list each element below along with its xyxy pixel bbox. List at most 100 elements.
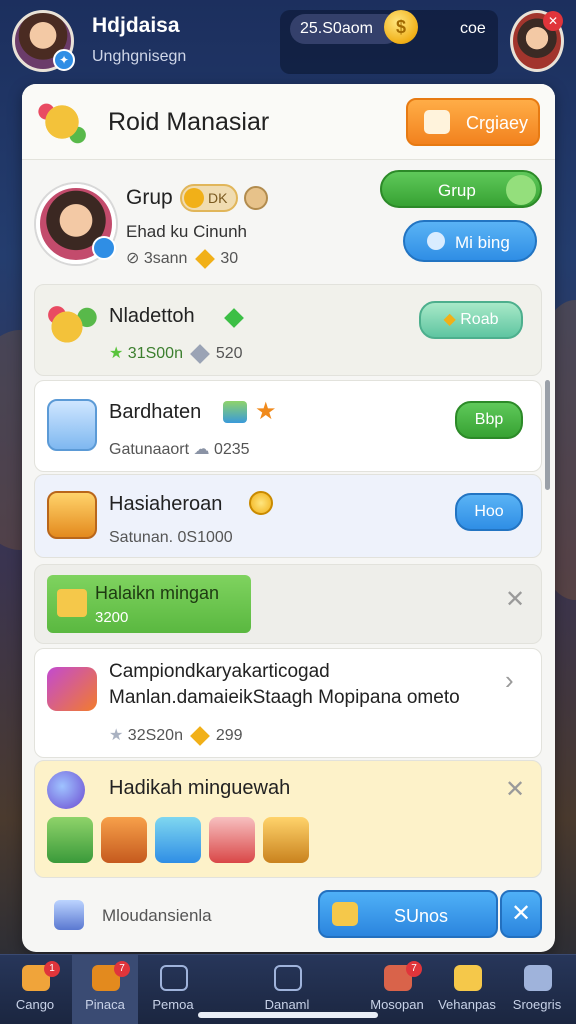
mi-bing-label: Mi bing <box>455 233 510 252</box>
box-icon <box>47 399 97 451</box>
candy-icon <box>47 303 97 351</box>
profile-stat-value: 3sann <box>143 250 188 267</box>
group-button[interactable]: Grup <box>380 170 542 208</box>
tab-sroegris[interactable]: Sroegris <box>504 955 570 1024</box>
reward-item[interactable] <box>47 817 93 863</box>
star-icon: ★ <box>109 345 124 362</box>
footer-label: Mloudansienla <box>102 906 212 925</box>
gem-icon <box>190 343 211 364</box>
friend-avatar[interactable]: ✕ <box>510 10 564 72</box>
list-item[interactable]: Hadikah minguewah ✕ <box>34 760 542 878</box>
star-icon: ★ <box>255 398 277 425</box>
tab-label: Danaml <box>264 997 310 1012</box>
close-icon[interactable]: ✕ <box>505 585 525 614</box>
top-right-text: coe <box>460 20 486 37</box>
header-action-button[interactable]: Crgiaey <box>406 98 540 146</box>
panel-title: Roid Manasiar <box>108 108 270 136</box>
top-bar: ✦ Hdjdaisa Unghgnisegn 25.S0aom $ coe ✕ <box>0 0 576 84</box>
house-icon <box>274 965 302 991</box>
treasure-chest-icon <box>47 491 97 539</box>
tab-label: Pemoa <box>152 997 194 1012</box>
card-action-label: Bbp <box>474 411 504 428</box>
card-title: Campiondkaryakarticogad <box>109 661 330 682</box>
list-item[interactable]: Halaikn mingan 3200 ✕ <box>34 564 542 644</box>
card-title: Hasiaheroan <box>109 493 223 515</box>
gem-icon: ◆ <box>443 311 456 328</box>
robot-icon <box>427 232 445 250</box>
card-title: Bardhaten <box>109 401 202 423</box>
card-stat-value: 3200 <box>95 609 129 626</box>
card-stats: ★ 31S00n 520 <box>109 343 243 364</box>
card-stat-label: Gatunaaort <box>109 441 190 458</box>
mi-bing-button[interactable]: Mi bing <box>403 220 537 262</box>
card-title: Hadikah minguewah <box>109 777 291 799</box>
profile-section: Grup DK Ehad ku Cinunh ⊘ 3sann 30 Grup M… <box>22 162 555 284</box>
player-avatar[interactable]: ✦ <box>12 10 75 72</box>
shield-icon: ✦ <box>53 49 75 71</box>
cloud-icon: ☁ <box>193 441 210 458</box>
list-item[interactable]: Bardhaten ★ Gatunaaort ☁ 0235 Bbp <box>34 380 542 472</box>
card-stat-count: 0235 <box>213 441 250 458</box>
coin-icon: $ <box>384 10 418 44</box>
card-stats: Gatunaaort ☁ 0235 <box>109 439 250 459</box>
footer-action-button[interactable]: SUnos <box>318 890 498 938</box>
candy-icon <box>36 96 88 148</box>
player-name: Hdjdaisa <box>92 14 180 37</box>
card-action-label: Roab <box>460 311 499 328</box>
settings-icon <box>524 965 552 991</box>
card-stats: ★ 32S20n 299 <box>109 725 243 746</box>
chevron-right-icon[interactable]: › <box>505 665 514 696</box>
home-icon <box>160 965 188 991</box>
card-action-button[interactable]: ◆ Roab <box>419 301 523 339</box>
profile-name: Grup <box>126 186 173 209</box>
header-action-label: Crgiaey <box>466 113 529 133</box>
panel-footer: Mloudansienla SUnos ✕ <box>22 884 555 952</box>
group-button-label: Grup <box>438 181 476 200</box>
orb-icon <box>47 771 85 809</box>
profile-avatar[interactable] <box>36 184 116 264</box>
card-action-button[interactable]: Bbp <box>455 401 523 439</box>
panel-header: Roid Manasiar Crgiaey <box>22 84 555 160</box>
tab-pinaca[interactable]: 7 Pinaca <box>72 955 138 1024</box>
trophy-icon <box>454 965 482 991</box>
list-item[interactable]: Hasiaheroan Satunan. 0S1000 Hoo <box>34 474 542 558</box>
home-indicator <box>198 1012 378 1018</box>
list-item[interactable]: Nladettoh ★ 31S00n 520 ◆ Roab <box>34 284 542 376</box>
cube-icon <box>54 900 84 930</box>
coin-icon <box>249 491 273 515</box>
card-title: Halaikn mingan <box>95 583 220 603</box>
tab-pemoa[interactable]: Pemoa <box>140 955 206 1024</box>
reward-item[interactable] <box>209 817 255 863</box>
card-action-button[interactable]: Hoo <box>455 493 523 531</box>
gem-icon <box>195 248 215 269</box>
tab-vehanpas[interactable]: Vehanpas <box>434 955 500 1024</box>
card-stat-count: 299 <box>215 727 243 744</box>
reward-item[interactable] <box>155 817 201 863</box>
reward-item[interactable] <box>263 817 309 863</box>
close-icon[interactable]: ✕ <box>505 775 525 804</box>
reward-item[interactable] <box>101 817 147 863</box>
card-action-label: Hoo <box>474 503 504 520</box>
main-panel: Roid Manasiar Crgiaey Grup DK Ehad ku Ci… <box>22 84 555 952</box>
footer-action-label: SUnos <box>394 906 449 926</box>
promo-banner[interactable]: Halaikn mingan 3200 <box>47 575 251 633</box>
close-button[interactable]: ✕ <box>500 890 542 938</box>
leaf-icon <box>506 175 536 205</box>
card-title: Nladettoh <box>109 305 195 327</box>
player-subtitle: Unghgnisegn <box>92 48 187 65</box>
notification-badge: 7 <box>406 961 422 977</box>
profile-stat-count: 30 <box>220 250 239 267</box>
gift-icon <box>57 589 87 617</box>
face-icon <box>332 902 358 926</box>
card-stat-label: Satunan. 0S1000 <box>109 529 233 546</box>
card-stat-value: 32S20n <box>127 727 183 744</box>
list-item[interactable]: Campiondkaryakarticogad Manlan.damaieikS… <box>34 648 542 758</box>
scrollbar[interactable] <box>545 380 550 490</box>
tab-cango[interactable]: 1 Cango <box>2 955 68 1024</box>
clock-icon: ⊘ <box>126 250 140 267</box>
picture-icon <box>223 401 247 423</box>
close-icon[interactable]: ✕ <box>543 11 563 31</box>
verified-icon <box>92 236 116 260</box>
star-icon: ★ <box>109 727 124 744</box>
profile-stats: ⊘ 3sann 30 <box>126 248 239 269</box>
